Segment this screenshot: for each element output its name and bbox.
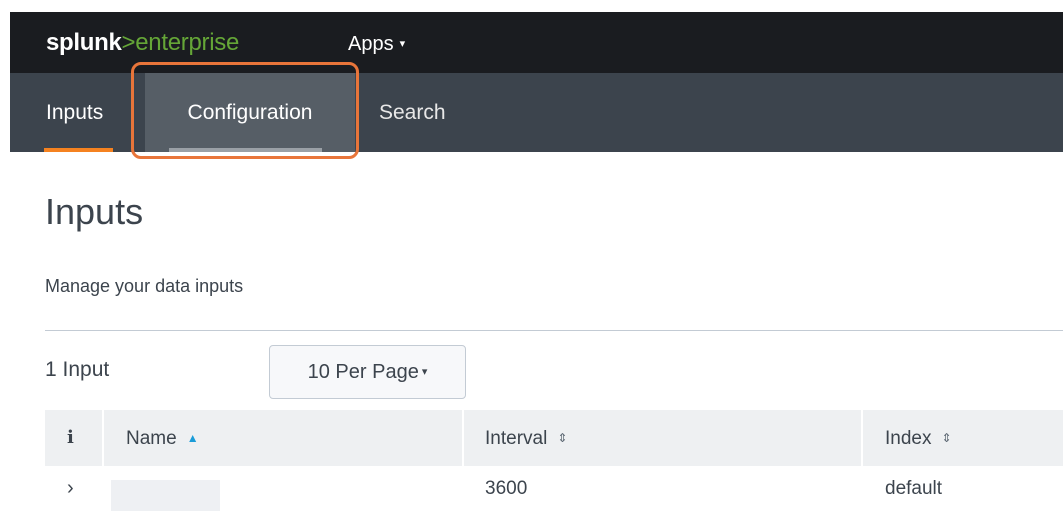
column-header-index-label: Index <box>885 428 932 449</box>
info-icon: i <box>67 427 74 448</box>
logo-splunk-text: splunk <box>46 29 122 56</box>
per-page-label: 10 Per Page <box>307 361 419 383</box>
table-header: i Name ▲ Interval ⇕ Index ⇕ <box>45 410 1063 466</box>
input-count: 1 Input <box>45 358 110 381</box>
column-header-interval[interactable]: Interval ⇕ <box>485 410 567 466</box>
column-separator <box>462 410 464 466</box>
splunk-logo[interactable]: splunk>enterprise <box>46 30 239 56</box>
tab-inputs[interactable]: Inputs <box>44 73 113 152</box>
column-header-index[interactable]: Index ⇕ <box>885 410 952 466</box>
sort-icon: ⇕ <box>941 431 952 445</box>
sort-icon: ⇕ <box>557 431 568 445</box>
cell-index: default <box>885 478 943 499</box>
column-header-interval-label: Interval <box>485 428 548 449</box>
per-page-dropdown[interactable]: 10 Per Page ▾ <box>269 345 466 399</box>
sort-ascending-icon: ▲ <box>186 431 199 445</box>
page-title: Inputs <box>45 191 144 232</box>
apps-menu[interactable]: Apps ▾ <box>348 32 405 56</box>
column-header-name[interactable]: Name ▲ <box>126 410 199 466</box>
expand-row-chevron-icon[interactable]: › <box>67 466 74 511</box>
tab-search[interactable]: Search <box>379 73 446 152</box>
page-description: Manage your data inputs <box>45 276 244 296</box>
active-tab-indicator <box>44 148 113 152</box>
cell-interval: 3600 <box>485 478 528 499</box>
logo-enterprise-text: >enterprise <box>121 29 240 56</box>
table-row: › 3600 default <box>45 466 1063 511</box>
input-name-redacted[interactable] <box>111 480 220 511</box>
apps-label: Apps <box>348 33 394 55</box>
divider <box>45 330 1063 331</box>
chevron-down-icon: ▾ <box>421 366 428 378</box>
column-header-name-label: Name <box>126 428 177 449</box>
column-separator <box>861 410 863 466</box>
tab-search-label: Search <box>379 101 446 124</box>
configuration-highlight-box <box>131 62 359 159</box>
column-separator <box>102 410 104 466</box>
tab-inputs-label: Inputs <box>46 101 104 124</box>
chevron-down-icon: ▾ <box>399 38 406 50</box>
